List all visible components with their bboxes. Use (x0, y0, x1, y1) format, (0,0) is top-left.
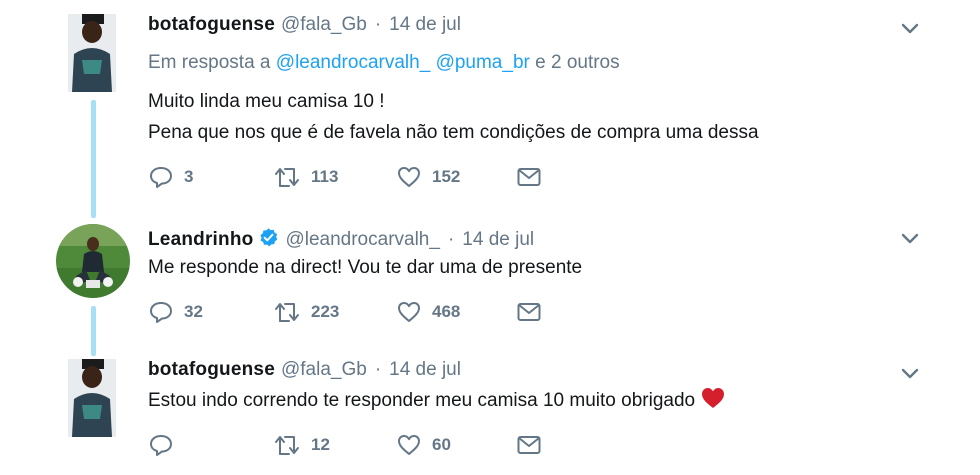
reply-button[interactable]: 3 (148, 163, 193, 191)
reply-prefix: Em resposta a (148, 52, 271, 73)
reply-icon (150, 167, 172, 188)
avatar[interactable] (68, 14, 116, 92)
tweet-header: botafoguense @fala_Gb · 14 de jul (148, 359, 461, 381)
tweet-text-line: Me responde na direct! Vou te dar uma de… (148, 257, 583, 278)
tweet[interactable]: botafoguense @fala_Gb · 14 de jul Em res… (0, 0, 980, 205)
user-handle[interactable]: @fala_Gb (281, 359, 367, 381)
retweet-count: 113 (311, 167, 339, 186)
direct-message-icon (517, 303, 541, 321)
tweet[interactable]: Leandrinho @leandrocarvalh_ · 14 de jul … (0, 210, 980, 340)
display-name[interactable]: botafoguense (148, 14, 275, 36)
tweet-header: botafoguense @fala_Gb · 14 de jul (148, 14, 461, 36)
reply-count: 32 (184, 302, 203, 321)
like-count: 60 (432, 435, 451, 454)
separator-dot: · (374, 359, 382, 380)
like-button[interactable]: 152 (396, 163, 460, 191)
like-count: 468 (432, 302, 461, 321)
display-name[interactable]: botafoguense (148, 359, 275, 381)
tweet-text: Me responde na direct! Vou te dar uma de… (148, 252, 582, 283)
caret-down-icon[interactable] (900, 22, 920, 36)
reply-button[interactable] (148, 431, 184, 459)
tweet[interactable]: botafoguense @fala_Gb · 14 de jul Estou … (0, 345, 980, 475)
tweet-text-line: Estou indo correndo te responder meu cam… (148, 390, 696, 411)
separator-dot: · (374, 14, 382, 35)
display-name[interactable]: Leandrinho (148, 229, 253, 251)
tweet-text-line: Muito linda meu camisa 10 ! (148, 91, 385, 112)
retweet-count: 223 (311, 302, 340, 321)
like-icon (398, 167, 420, 187)
tweet-text-line: Pena que nos que é de favela não tem con… (148, 122, 759, 143)
tweet-text: Muito linda meu camisa 10 ! Pena que nos… (148, 86, 759, 148)
tweet-date[interactable]: 14 de jul (389, 359, 461, 381)
verified-badge-icon (260, 228, 278, 247)
tweet-date[interactable]: 14 de jul (462, 229, 534, 251)
caret-down-icon[interactable] (900, 367, 920, 381)
tweet-header: Leandrinho @leandrocarvalh_ · 14 de jul (148, 224, 534, 251)
reply-context: Em resposta a @leandrocarvalh_ @puma_br … (148, 52, 620, 74)
direct-message-button[interactable] (516, 298, 542, 326)
like-icon (398, 302, 420, 322)
like-button[interactable]: 60 (396, 431, 451, 459)
reply-icon (150, 435, 172, 456)
retweet-button[interactable]: 113 (273, 163, 338, 191)
mention-link[interactable]: @leandrocarvalh_ (276, 52, 431, 73)
retweet-icon (275, 168, 299, 187)
reply-suffix[interactable]: e 2 outros (535, 52, 620, 73)
retweet-icon (275, 436, 299, 455)
like-button[interactable]: 468 (396, 298, 460, 326)
separator-dot: · (447, 229, 455, 250)
direct-message-button[interactable] (516, 431, 542, 459)
avatar[interactable] (68, 359, 116, 437)
reply-count: 3 (184, 167, 194, 186)
retweet-count: 12 (311, 435, 330, 454)
like-count: 152 (432, 167, 461, 186)
direct-message-icon (517, 168, 541, 186)
user-handle[interactable]: @fala_Gb (281, 14, 367, 36)
tweet-date[interactable]: 14 de jul (389, 14, 461, 36)
user-handle[interactable]: @leandrocarvalh_ (285, 229, 440, 251)
reply-button[interactable]: 32 (148, 298, 203, 326)
mention-link[interactable]: @puma_br (436, 52, 530, 73)
red-heart-icon (702, 388, 725, 408)
like-icon (398, 435, 420, 455)
tweet-text: Estou indo correndo te responder meu cam… (148, 385, 725, 416)
direct-message-button[interactable] (516, 163, 542, 191)
avatar[interactable] (56, 224, 130, 298)
reply-icon (150, 302, 172, 323)
retweet-icon (275, 303, 299, 322)
caret-down-icon[interactable] (900, 232, 920, 246)
retweet-button[interactable]: 223 (273, 298, 339, 326)
retweet-button[interactable]: 12 (273, 431, 330, 459)
direct-message-icon (517, 436, 541, 454)
